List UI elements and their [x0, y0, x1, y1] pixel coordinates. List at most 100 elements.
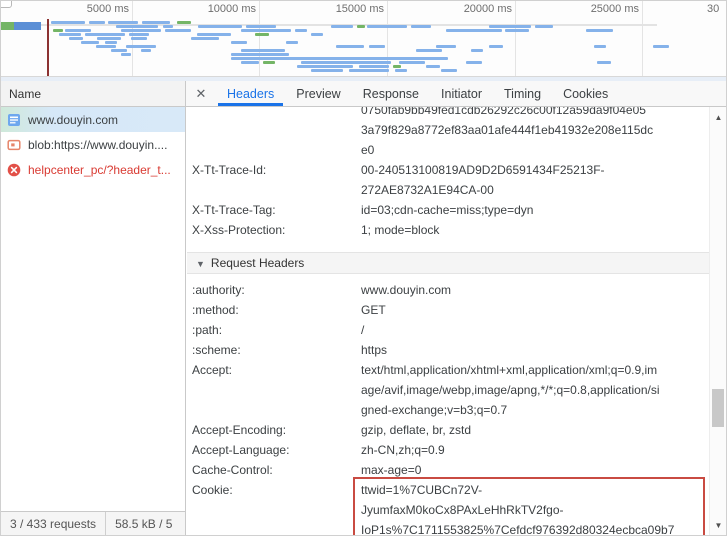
- waterfall-bar: [165, 29, 191, 32]
- header-name: :path:: [192, 320, 361, 340]
- header-row: :scheme:https: [187, 340, 709, 360]
- waterfall-bar: [65, 29, 91, 32]
- tab-preview[interactable]: Preview: [285, 81, 351, 106]
- waterfall-bar: [359, 65, 389, 68]
- header-name: Accept-Language:: [192, 440, 361, 460]
- waterfall-bar: [399, 61, 425, 64]
- header-row: Accept-Encoding:gzip, deflate, br, zstd: [187, 420, 709, 440]
- network-overview[interactable]: 5000 ms10000 ms15000 ms20000 ms25000 ms3…: [1, 1, 727, 76]
- header-value: https: [361, 340, 709, 360]
- header-name: Cookie:: [192, 480, 361, 535]
- waterfall-bar: [336, 45, 364, 48]
- waterfall-bar: [51, 21, 85, 24]
- waterfall-bar: [411, 25, 431, 28]
- waterfall-bar: [286, 41, 298, 44]
- waterfall-bar: [121, 29, 161, 32]
- header-value: id=03;cdn-cache=miss;type=dyn: [361, 200, 709, 220]
- waterfall-bar: [121, 53, 131, 56]
- close-detail-button[interactable]: ✕: [186, 81, 216, 106]
- waterfall-bar: [331, 25, 353, 28]
- waterfall-bar: [231, 53, 289, 56]
- waterfall-bar: [241, 29, 291, 32]
- error-icon: [7, 163, 21, 177]
- name-column-header[interactable]: Name: [1, 81, 186, 106]
- waterfall-bar: [191, 37, 219, 40]
- header-name: Accept:: [192, 360, 361, 420]
- network-summary-bar: 3 / 433 requests 58.5 kB / 5: [1, 511, 186, 535]
- waterfall-bar: [197, 33, 231, 36]
- waterfall-bar: [393, 65, 401, 68]
- waterfall-bar: [105, 41, 117, 44]
- waterfall-bar: [126, 45, 156, 48]
- request-name: helpcenter_pc/?header_t...: [28, 163, 171, 177]
- cookie-value-highlighted: ttwid=1%7CUBCn72V- JyumfaxM0koCx8PAxLeHh…: [353, 477, 705, 535]
- request-name: www.douyin.com: [28, 113, 118, 127]
- devtools-network-panel: 5000 ms10000 ms15000 ms20000 ms25000 ms3…: [0, 0, 727, 536]
- header-value: gzip, deflate, br, zstd: [361, 420, 709, 440]
- waterfall-bar: [96, 45, 116, 48]
- tab-initiator[interactable]: Initiator: [430, 81, 493, 106]
- waterfall-bar: [97, 37, 121, 40]
- header-row: X-Xss-Protection:1; mode=block: [187, 220, 709, 240]
- headers-panel: 0750fab9bb49fed1cdb26292c26c00f12a59da9f…: [187, 107, 709, 535]
- overview-bar-green-segment: [1, 22, 14, 30]
- load-event-marker-line: [47, 19, 49, 76]
- request-list: www.douyin.com blob:https://www.douyin...…: [1, 107, 186, 511]
- waterfall-bar: [441, 69, 457, 72]
- header-name: X-Tt-Trace-Id:: [192, 160, 361, 200]
- timeline-label: 20000 ms: [464, 3, 512, 15]
- waterfall-bar: [246, 25, 276, 28]
- header-value: 1; mode=block: [361, 220, 709, 240]
- request-row[interactable]: helpcenter_pc/?header_t...: [1, 157, 185, 182]
- tab-cookies[interactable]: Cookies: [552, 81, 619, 106]
- waterfall-bar: [436, 45, 456, 48]
- waterfall-bar: [198, 25, 242, 28]
- waterfall-bar: [111, 49, 127, 52]
- scroll-down-arrow-icon[interactable]: ▼: [710, 517, 727, 533]
- waterfall-bar: [505, 29, 529, 32]
- request-name: blob:https://www.douyin....: [28, 138, 167, 152]
- document-icon: [7, 113, 21, 127]
- waterfall-bar: [69, 37, 83, 40]
- request-headers-section-title: Request Headers: [211, 256, 304, 270]
- waterfall-bar: [131, 37, 147, 40]
- header-name: X-Xss-Protection:: [192, 220, 361, 240]
- waterfall-bar: [301, 61, 391, 64]
- overview-corner-box: [1, 1, 12, 8]
- waterfall-bar: [489, 45, 503, 48]
- waterfall-bar: [586, 29, 613, 32]
- request-row[interactable]: blob:https://www.douyin....: [1, 132, 185, 157]
- waterfall-bar: [369, 45, 385, 48]
- tab-response[interactable]: Response: [352, 81, 430, 106]
- request-row[interactable]: www.douyin.com: [1, 107, 185, 132]
- waterfall-bar: [89, 21, 105, 24]
- waterfall-bar: [53, 29, 63, 32]
- scroll-up-arrow-icon[interactable]: ▲: [710, 109, 727, 125]
- header-name: Accept-Encoding:: [192, 420, 361, 440]
- waterfall-bar: [255, 33, 269, 36]
- overview-bar-blue-segment: [14, 22, 41, 30]
- header-row: :authority:www.douyin.com: [187, 280, 709, 300]
- waterfall-bar: [357, 25, 365, 28]
- waterfall-bar: [177, 21, 191, 24]
- headers-scrollbar[interactable]: ▲ ▼: [709, 107, 726, 535]
- header-row: X-Tt-Trace-Id:00-240513100819AD9D2D65914…: [187, 160, 709, 200]
- waterfall-bar: [263, 61, 275, 64]
- tab-timing[interactable]: Timing: [493, 81, 552, 106]
- header-row: :path:/: [187, 320, 709, 340]
- request-headers-section-toggle[interactable]: ▼Request Headers: [187, 252, 709, 274]
- waterfall-bar: [59, 33, 81, 36]
- timeline-gridline: [259, 1, 260, 76]
- tab-headers[interactable]: Headers: [216, 81, 285, 106]
- header-row: Accept-Language:zh-CN,zh;q=0.9: [187, 440, 709, 460]
- scrollbar-thumb[interactable]: [712, 389, 724, 427]
- header-name: :authority:: [192, 280, 361, 300]
- header-value: GET: [361, 300, 709, 320]
- waterfall-bar: [116, 25, 158, 28]
- header-row: Cookie:ttwid=1%7CUBCn72V- JyumfaxM0koCx8…: [187, 480, 709, 535]
- waterfall-bar: [141, 49, 151, 52]
- waterfall-bar: [163, 25, 173, 28]
- requests-count: 3 / 433 requests: [1, 517, 105, 531]
- header-name: X-Tt-Trace-Tag:: [192, 200, 361, 220]
- media-icon: [7, 138, 21, 152]
